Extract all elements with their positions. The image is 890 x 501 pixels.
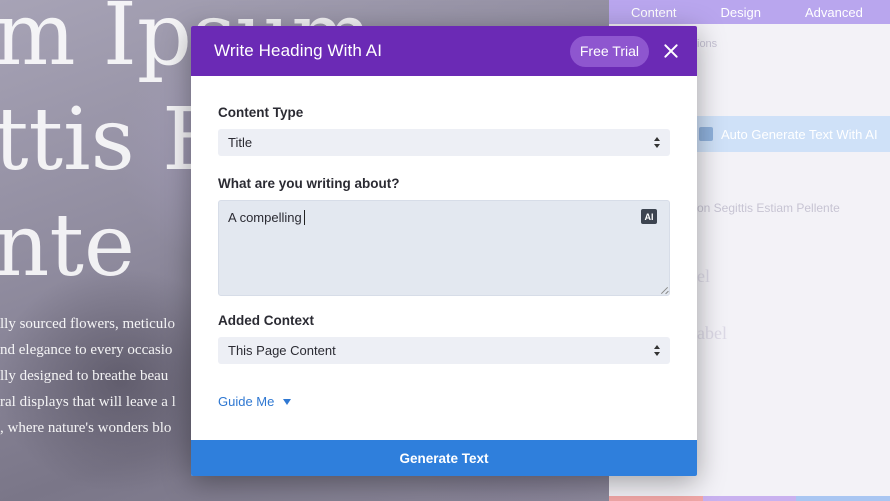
content-type-label: Content Type — [218, 105, 304, 120]
select-arrows-icon — [654, 345, 661, 356]
dialog-header: Write Heading With AI Free Trial — [191, 26, 697, 76]
bg-paragraph-line: ral displays that will leave a l — [0, 394, 176, 410]
ai-icon[interactable]: AI — [641, 209, 657, 224]
guide-me-toggle[interactable]: Guide Me — [218, 394, 292, 409]
settings-sub-label: ions — [697, 38, 718, 50]
tab-advanced[interactable]: Advanced — [783, 5, 885, 20]
generate-text-button[interactable]: Generate Text — [191, 440, 697, 476]
tab-content[interactable]: Content — [609, 5, 699, 20]
resize-handle-icon[interactable] — [660, 286, 668, 294]
select-arrows-icon — [654, 137, 661, 148]
bg-paragraph-line: nd elegance to every occasio — [0, 342, 173, 358]
settings-tabs: Content Design Advanced — [609, 0, 890, 24]
settings-field-value: on Segittis Estiam Pellente — [697, 201, 840, 215]
added-context-label: Added Context — [218, 313, 314, 328]
dialog-title: Write Heading With AI — [214, 41, 383, 60]
footer-segment[interactable] — [702, 496, 797, 501]
topic-textarea[interactable]: A compelling AI — [218, 200, 670, 296]
tab-design[interactable]: Design — [699, 5, 783, 20]
auto-generate-button[interactable]: Auto Generate Text With AI — [689, 116, 890, 152]
bg-paragraph: lly sourced flowers, meticulo nd eleganc… — [0, 311, 200, 441]
footer-segment[interactable] — [796, 496, 890, 501]
bg-paragraph-line: , where nature's wonders blo — [0, 420, 172, 436]
bg-paragraph-line: lly designed to breathe beau — [0, 368, 169, 384]
added-context-select[interactable]: This Page Content — [218, 337, 670, 364]
text-caret — [303, 210, 305, 225]
settings-field-value: el — [697, 266, 710, 286]
guide-me-label: Guide Me — [218, 394, 275, 409]
added-context-value: This Page Content — [228, 343, 336, 358]
settings-field-value: abel — [697, 323, 727, 343]
content-type-value: Title — [228, 135, 253, 150]
free-trial-button[interactable]: Free Trial — [569, 35, 649, 67]
caret-down-icon — [283, 398, 292, 405]
panel-footer — [609, 496, 890, 501]
ai-icon — [699, 127, 713, 141]
footer-segment[interactable] — [609, 496, 703, 501]
bg-heading-line: nte — [0, 196, 135, 296]
topic-value: A compelling — [228, 210, 302, 225]
close-icon[interactable] — [663, 43, 679, 59]
auto-generate-label: Auto Generate Text With AI — [721, 126, 878, 142]
bg-paragraph-line: lly sourced flowers, meticulo — [0, 316, 175, 332]
write-heading-ai-dialog: Write Heading With AI Free Trial Content… — [191, 26, 697, 476]
topic-label: What are you writing about? — [218, 176, 400, 191]
dialog-body: Content Type Title What are you writing … — [191, 76, 697, 411]
content-type-select[interactable]: Title — [218, 129, 670, 156]
